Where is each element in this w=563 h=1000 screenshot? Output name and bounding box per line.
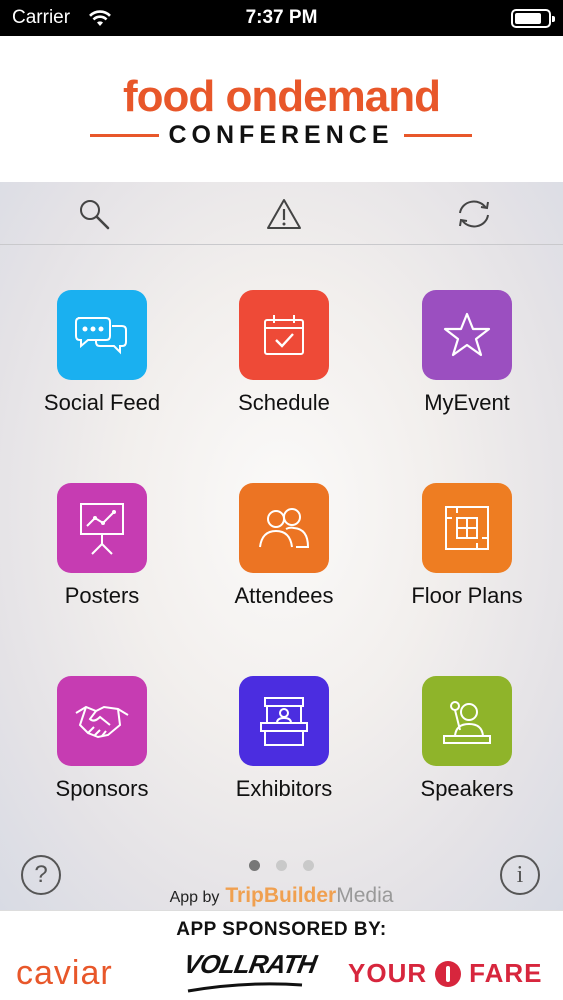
tile-label: MyEvent [424,390,510,415]
tripbuilder-logo: TripBuilderMedia [225,884,393,907]
credit-brand-b: Media [336,884,394,907]
handshake-icon [57,676,147,766]
chat-bubbles-icon [57,290,147,380]
star-icon [422,290,512,380]
banner-title: APP SPONSORED BY: [176,919,387,940]
tile-schedule[interactable]: Schedule [192,290,376,416]
tile-label: Posters [64,583,140,608]
caviar-logo: caviar [16,954,113,992]
floor-plan-icon [422,483,512,573]
your-fare-word-1: YOUR [348,958,428,988]
logo-divider [403,133,473,137]
search-icon[interactable] [72,192,116,236]
page-dot-active[interactable] [249,860,260,871]
tile-sponsors[interactable]: Sponsors [10,676,194,802]
credit-prefix: App by [169,889,220,906]
clock: 7:37 PM [245,7,318,28]
status-bar: Carrier 7:37 PM [0,0,563,36]
your-fare-word-2: FARE [469,958,543,988]
tile-label: Exhibitors [235,776,333,801]
fork-icon [435,960,462,987]
your-fare-logo: YOUR FARE [348,958,542,989]
calendar-check-icon [239,290,329,380]
tile-label: Social Feed [43,390,161,415]
tile-floor-plans[interactable]: Floor Plans [375,483,559,609]
tile-label: Speakers [420,776,514,801]
booth-icon [239,676,329,766]
tile-label: Floor Plans [411,583,523,608]
tile-social-feed[interactable]: Social Feed [10,290,194,416]
vollrath-logo: VOLLRATH [181,949,319,979]
tile-label: Schedule [238,390,330,415]
conference-header: food ondemand CONFERENCE [0,36,563,182]
presentation-board-icon [57,483,147,573]
page-indicator[interactable] [0,858,563,876]
toolbar [0,182,563,245]
logo-divider [90,133,159,137]
sponsor-banner[interactable]: APP SPONSORED BY: caviar VOLLRATH YOUR F… [0,910,563,1000]
launcher-area: Social Feed Schedule MyEvent Posters Att… [0,182,563,910]
alert-icon[interactable] [262,192,306,236]
tile-myevent[interactable]: MyEvent [375,290,559,416]
tile-speakers[interactable]: Speakers [375,676,559,802]
people-icon [239,483,329,573]
page-dot[interactable] [303,860,314,871]
conference-logo: food ondemand [123,72,441,121]
credit-brand-a: TripBuilder [225,884,337,907]
tile-posters[interactable]: Posters [10,483,194,609]
vollrath-swoosh [187,982,303,993]
tile-label: Attendees [234,583,334,608]
logo-subtitle-row: CONFERENCE [90,120,473,150]
tile-attendees[interactable]: Attendees [192,483,376,609]
speaker-podium-icon [422,676,512,766]
logo-subtitle: CONFERENCE [168,120,394,149]
app-credit[interactable]: App by TripBuilderMedia [0,884,563,908]
sync-icon[interactable] [452,192,496,236]
battery-icon [511,9,555,28]
page-dot[interactable] [276,860,287,871]
tile-exhibitors[interactable]: Exhibitors [192,676,376,802]
tile-label: Sponsors [55,776,149,801]
